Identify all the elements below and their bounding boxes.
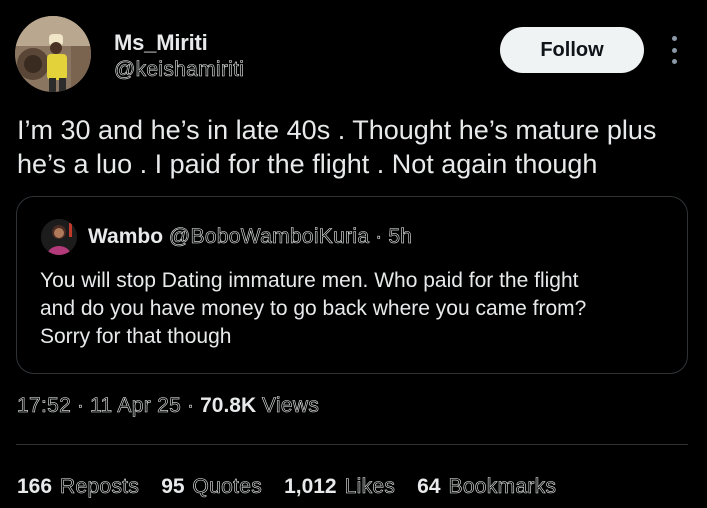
quoted-author-avatar[interactable] <box>41 219 77 255</box>
user-avatar-photo-icon <box>15 16 91 92</box>
engagement-stats: 166 Reposts 95 Quotes 1,012 Likes 64 Bookmar… <box>17 474 578 500</box>
meta-separator: · <box>186 394 195 418</box>
quotes-count: 95 <box>161 475 185 498</box>
likes-stat[interactable]: 1,012 Likes <box>284 474 395 500</box>
author-avatar[interactable] <box>15 16 91 92</box>
reposts-label: Reposts <box>60 475 140 499</box>
author-info: Ms_Miriti @keishamiriti <box>114 30 245 82</box>
views-count: 70.8K <box>200 394 257 417</box>
quoted-author-name[interactable]: Wambo <box>88 225 163 248</box>
bookmarks-count: 64 <box>417 475 441 498</box>
quotes-label: Quotes <box>192 475 263 499</box>
tweet-date[interactable]: 11 Apr 25 <box>90 394 181 418</box>
follow-button[interactable]: Follow <box>500 27 644 73</box>
more-dot <box>671 59 677 64</box>
more-dot <box>671 36 677 41</box>
author-display-name[interactable]: Ms_Miriti <box>114 30 244 56</box>
quoted-tweet-text: You will stop Dating immature men. Who p… <box>40 269 587 348</box>
tweet-time[interactable]: 17:52 <box>17 394 71 418</box>
quoted-separator: · <box>375 225 383 249</box>
bookmarks-label: Bookmarks <box>448 475 557 499</box>
more-vertical-icon[interactable] <box>666 36 682 64</box>
reposts-count: 166 <box>17 475 53 498</box>
bookmarks-stat[interactable]: 64 Bookmarks <box>417 474 556 500</box>
quoted-author-handle[interactable]: @BoboWamboiKuria <box>169 225 370 249</box>
meta-separator: · <box>76 394 85 418</box>
likes-label: Likes <box>344 475 396 499</box>
quoted-tweet-card[interactable]: Wambo @BoboWamboiKuria · 5h You will sto… <box>16 196 688 374</box>
divider <box>16 444 688 445</box>
quoted-tweet-header: Wambo @BoboWamboiKuria · 5h <box>88 224 412 250</box>
reposts-stat[interactable]: 166 Reposts <box>17 474 139 500</box>
quoted-user-avatar-icon <box>41 219 77 255</box>
tweet-meta: 17:52 · 11 Apr 25 · 70.8K Views <box>17 393 319 419</box>
more-dot <box>671 47 677 53</box>
tweet-text: I’m 30 and he’s in late 40s . Thought he… <box>17 115 657 179</box>
quoted-time: 5h <box>388 225 413 249</box>
likes-count: 1,012 <box>284 475 337 498</box>
views-label: Views <box>261 394 320 418</box>
quotes-stat[interactable]: 95 Quotes <box>161 474 262 500</box>
author-handle[interactable]: @keishamiriti <box>114 58 245 82</box>
